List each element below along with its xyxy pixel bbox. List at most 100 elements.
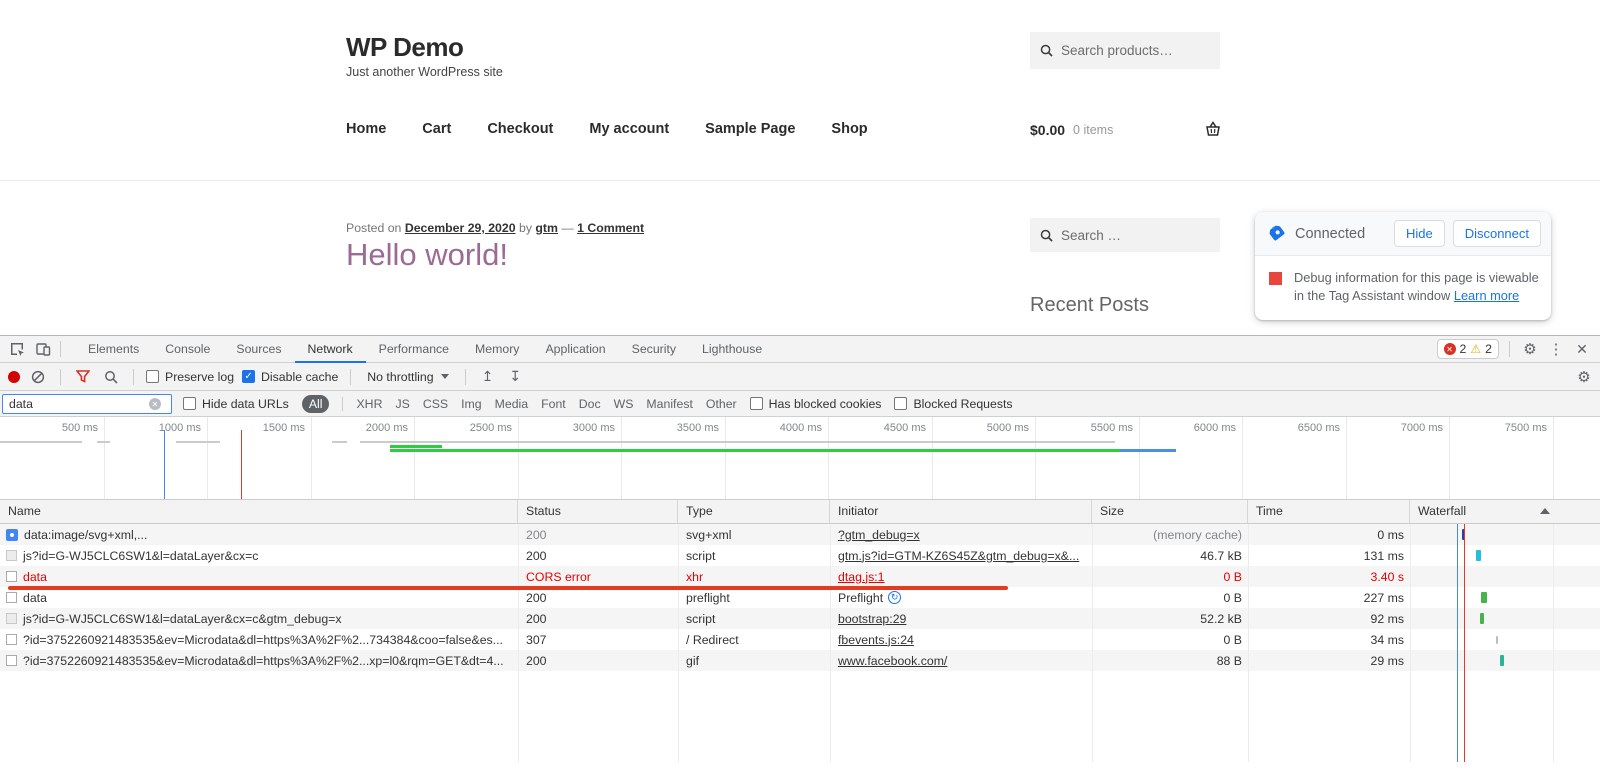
table-row[interactable]: ?id=3752260921483535&ev=Microdata&dl=htt…	[0, 650, 1600, 671]
timeline-tick-label: 2000 ms	[365, 422, 408, 434]
console-issues-badge[interactable]: ✕ 2 ⚠ 2	[1436, 339, 1499, 359]
network-toolbar: Preserve log ✓ Disable cache No throttli…	[0, 363, 1600, 391]
time-cell: 29 ms	[1370, 653, 1405, 668]
tab-security[interactable]: Security	[619, 336, 689, 363]
table-row[interactable]: data 200 preflight Preflight ↻ 0 B 227 ms	[0, 587, 1600, 608]
nav-item-home[interactable]: Home	[346, 121, 386, 137]
screen: WP Demo Just another WordPress site Sear…	[0, 0, 1600, 780]
sidebar-search-box[interactable]: Search …	[1030, 218, 1220, 252]
search-network-icon[interactable]	[101, 370, 121, 384]
nav-item-sample-page[interactable]: Sample Page	[705, 121, 795, 137]
size-cell: 0 B	[1223, 569, 1242, 584]
nav-item-shop[interactable]: Shop	[831, 121, 867, 137]
hide-button[interactable]: Hide	[1393, 220, 1445, 247]
tab-application[interactable]: Application	[532, 336, 618, 363]
record-network-log-button[interactable]	[8, 370, 20, 383]
cart-summary[interactable]: $0.00 0 items	[1030, 122, 1113, 138]
tab-sources[interactable]: Sources	[223, 336, 294, 363]
checkbox-unchecked	[749, 397, 763, 410]
table-row[interactable]: ?id=3752260921483535&ev=Microdata&dl=htt…	[0, 629, 1600, 650]
initiator-link[interactable]: ?gtm_debug=x	[838, 528, 920, 542]
learn-more-link[interactable]: Learn more	[1454, 288, 1519, 303]
kebab-menu-icon[interactable]: ⋮	[1546, 340, 1566, 358]
table-row[interactable]: data:image/svg+xml,... 200 svg+xml ?gtm_deb…	[0, 524, 1600, 545]
filter-type-ws[interactable]: WS	[614, 397, 634, 411]
tab-lighthouse[interactable]: Lighthouse	[689, 336, 775, 363]
export-har-icon[interactable]: ↧	[505, 368, 525, 385]
filter-type-css[interactable]: CSS	[423, 397, 448, 411]
column-header-status[interactable]: Status	[518, 500, 678, 523]
filter-type-media[interactable]: Media	[495, 397, 529, 411]
filter-type-js[interactable]: JS	[395, 397, 409, 411]
filter-input[interactable]	[3, 397, 149, 411]
post-author-link[interactable]: gtm	[535, 221, 558, 235]
hide-data-urls-checkbox[interactable]: Hide data URLs	[183, 397, 289, 411]
network-settings-gear-icon[interactable]: ⚙	[1574, 368, 1594, 386]
disable-cache-checkbox[interactable]: ✓ Disable cache	[242, 370, 338, 384]
nav-item-checkout[interactable]: Checkout	[487, 121, 553, 137]
inspect-element-icon[interactable]	[4, 336, 30, 362]
column-header-time[interactable]: Time	[1248, 500, 1410, 523]
initiator-link[interactable]: www.facebook.com/	[838, 654, 947, 668]
divider	[133, 368, 134, 385]
post-title[interactable]: Hello world!	[346, 237, 508, 273]
product-search-box[interactable]: Search products…	[1030, 32, 1220, 69]
column-header-name[interactable]: Name	[0, 500, 518, 523]
clear-network-log-icon[interactable]	[28, 370, 48, 384]
device-toolbar-icon[interactable]	[30, 336, 56, 362]
request-name-cell: ?id=3752260921483535&ev=Microdata&dl=htt…	[0, 650, 518, 671]
tab-elements[interactable]: Elements	[75, 336, 152, 363]
clear-filter-icon[interactable]: ✕	[149, 398, 161, 410]
post-comments-link[interactable]: 1 Comment	[577, 221, 644, 235]
nav-item-cart[interactable]: Cart	[422, 121, 451, 137]
waterfall-request-bar	[1496, 636, 1498, 644]
preflight-info-icon[interactable]: ↻	[888, 591, 902, 604]
tab-network[interactable]: Network	[295, 336, 366, 363]
tab-memory[interactable]: Memory	[462, 336, 532, 363]
network-overview-timeline[interactable]: 500 ms 1000 ms 1500 ms 2000 ms 2500 ms 3000 m…	[0, 417, 1600, 500]
throttling-dropdown[interactable]: No throttling	[363, 370, 452, 384]
filter-type-all[interactable]: All	[301, 394, 330, 413]
filter-type-manifest[interactable]: Manifest	[646, 397, 692, 411]
waterfall-request-bar	[1462, 529, 1465, 540]
timeline-gridline	[311, 417, 312, 499]
column-header-size[interactable]: Size	[1092, 500, 1248, 523]
timeline-tick-label: 7000 ms	[1400, 422, 1443, 434]
filter-funnel-icon[interactable]	[73, 370, 93, 383]
waterfall-cell	[1410, 566, 1600, 587]
type-cell: svg+xml	[686, 527, 732, 542]
site-title[interactable]: WP Demo	[346, 32, 464, 63]
column-header-waterfall[interactable]: Waterfall	[1410, 500, 1600, 523]
nav-item-my-account[interactable]: My account	[589, 121, 669, 137]
filter-type-img[interactable]: Img	[461, 397, 482, 411]
column-header-initiator[interactable]: Initiator	[830, 500, 1092, 523]
table-row[interactable]: js?id=G-WJ5CLC6SW1&l=dataLayer&cx=c&gtm_…	[0, 608, 1600, 629]
blocked-requests-checkbox[interactable]: Blocked Requests	[894, 397, 1013, 411]
waterfall-request-bar	[1476, 550, 1481, 561]
import-har-icon[interactable]: ↥	[478, 368, 498, 385]
initiator-link[interactable]: bootstrap:29	[838, 612, 906, 626]
post-date-link[interactable]: December 29, 2020	[405, 221, 516, 235]
table-row[interactable]: data CORS error xhr dtag.js:1 0 B 3.40 s	[0, 566, 1600, 587]
settings-gear-icon[interactable]: ⚙	[1520, 340, 1540, 358]
initiator-link[interactable]: gtm.js?id=GTM-KZ6S45Z&gtm_debug=x&...	[838, 549, 1079, 563]
filter-type-doc[interactable]: Doc	[579, 397, 601, 411]
close-devtools-icon[interactable]: ✕	[1572, 341, 1592, 358]
table-row[interactable]: js?id=G-WJ5CLC6SW1&l=dataLayer&cx=c 200 sc…	[0, 545, 1600, 566]
status-cell: 200	[526, 653, 547, 668]
chevron-down-icon	[440, 374, 449, 379]
tab-performance[interactable]: Performance	[366, 336, 462, 363]
initiator-link[interactable]: dtag.js:1	[838, 570, 885, 584]
tab-console[interactable]: Console	[152, 336, 223, 363]
basket-icon[interactable]	[1205, 121, 1221, 137]
filter-type-other[interactable]: Other	[706, 397, 737, 411]
filter-type-font[interactable]: Font	[541, 397, 566, 411]
initiator-link[interactable]: fbevents.js:24	[838, 633, 914, 647]
filter-type-xhr[interactable]: XHR	[356, 397, 382, 411]
disconnect-button[interactable]: Disconnect	[1452, 220, 1541, 247]
preserve-log-checkbox[interactable]: Preserve log	[146, 370, 234, 384]
has-blocked-cookies-checkbox[interactable]: Has blocked cookies	[749, 397, 881, 411]
column-header-type[interactable]: Type	[678, 500, 830, 523]
waterfall-request-bar	[1481, 592, 1487, 603]
timeline-gridline	[414, 417, 415, 499]
